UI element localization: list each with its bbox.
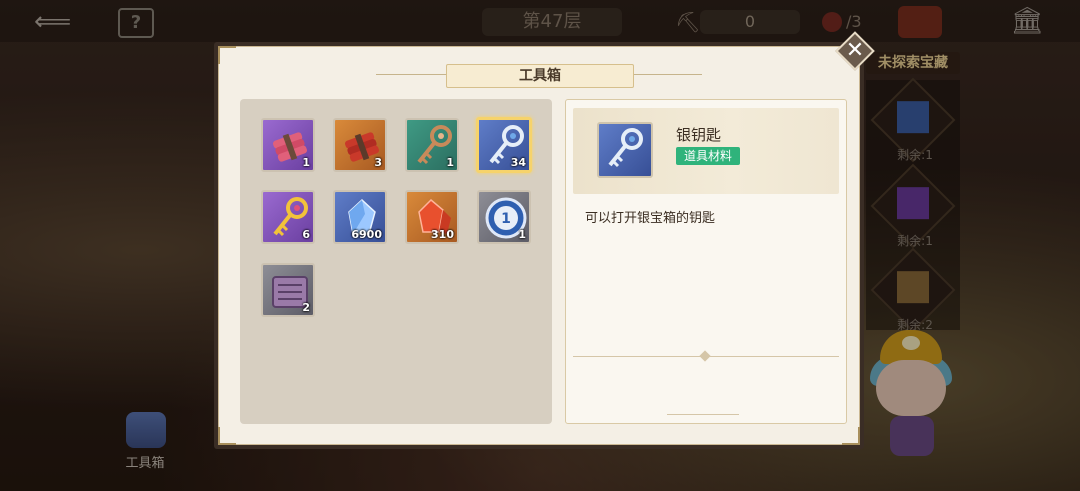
inventory-slot-orange-dynamite[interactable]: 3 <box>333 118 387 172</box>
title-divider-left <box>376 74 446 75</box>
inventory-slot-copper-key[interactable]: 1 <box>405 118 459 172</box>
svg-text:1: 1 <box>501 211 511 227</box>
item-count: 310 <box>431 228 454 241</box>
item-category-badge: 道具材料 <box>676 147 740 165</box>
item-count: 6900 <box>351 228 382 241</box>
inventory-slot-blue-token[interactable]: 1 1 <box>477 190 531 244</box>
item-count: 3 <box>374 156 382 169</box>
key-icon <box>608 128 643 168</box>
item-description: 可以打开银宝箱的钥匙 <box>585 211 716 226</box>
corner-ornament <box>218 46 236 64</box>
item-count: 1 <box>302 156 310 169</box>
item-count: 1 <box>518 228 526 241</box>
inventory-slot-pink-dynamite[interactable]: 1 <box>261 118 315 172</box>
close-icon[interactable]: ✕ <box>841 37 869 65</box>
corner-ornament <box>842 427 860 445</box>
inventory-slot-gold-key[interactable]: 6 <box>261 190 315 244</box>
detail-bottom-ornament <box>667 404 739 415</box>
item-count: 6 <box>302 228 310 241</box>
item-count: 34 <box>510 156 526 169</box>
inventory-slot-blue-crystal[interactable]: 6900 <box>333 190 387 244</box>
selected-item-icon <box>597 122 653 178</box>
selected-item-name: 银钥匙 <box>676 126 722 144</box>
item-count: 2 <box>302 301 310 314</box>
inventory-slot-silver-key[interactable]: 34 <box>476 117 532 173</box>
item-count: 1 <box>446 156 454 169</box>
inventory-slot-red-crystal[interactable]: 310 <box>405 190 459 244</box>
title-divider-right <box>632 74 702 75</box>
inventory-slot-scroll[interactable]: 2 <box>261 263 315 317</box>
dialog-title: 工具箱 <box>446 64 634 88</box>
corner-ornament <box>218 427 236 445</box>
